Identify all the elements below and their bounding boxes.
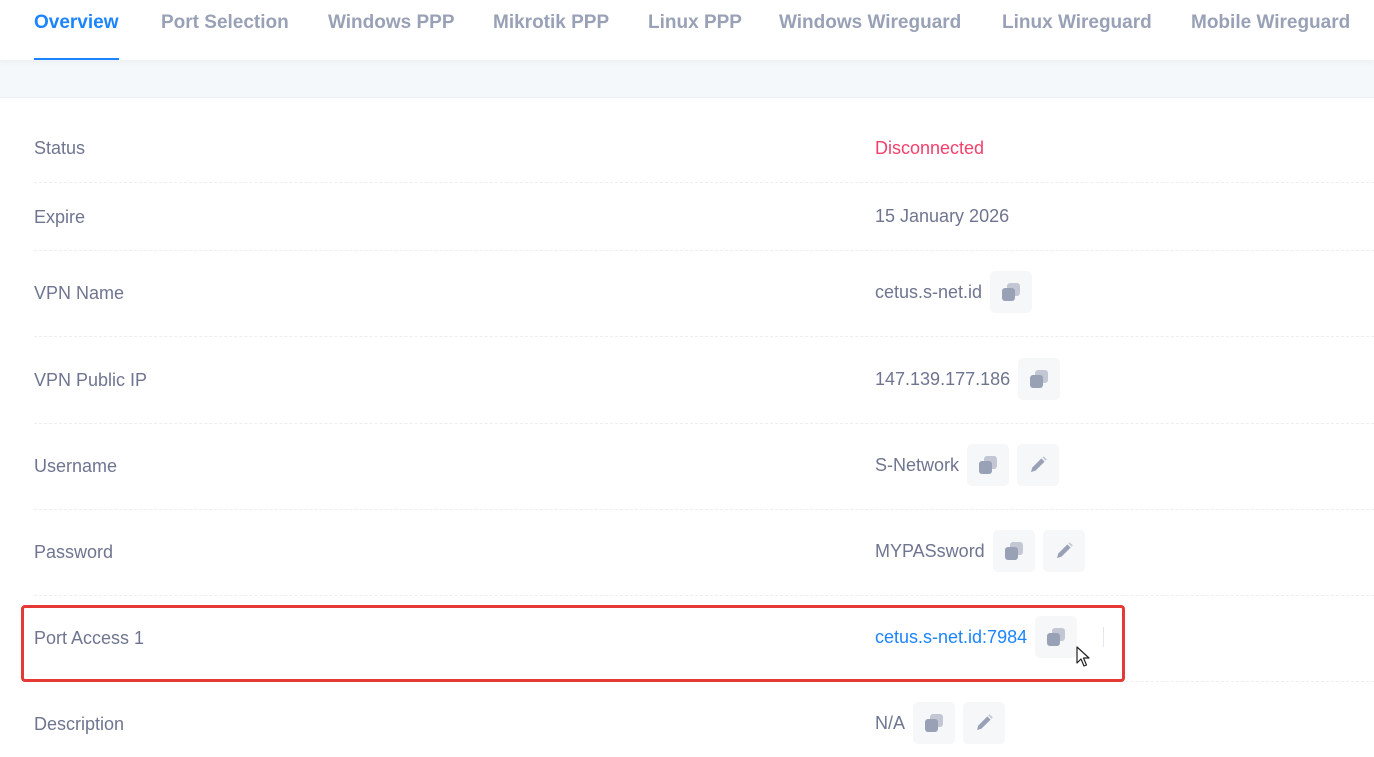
vpn-name-value: cetus.s-net.id xyxy=(875,281,983,302)
copy-vpn-name-button[interactable] xyxy=(990,271,1033,313)
edit-password-button[interactable] xyxy=(1042,530,1085,572)
detail-row-description: Description N/A xyxy=(34,681,1374,757)
detail-row-port-access-1: Port Access 1 cetus.s-net.id:7984 xyxy=(34,595,1374,682)
tab-linux-ppp[interactable]: Linux PPP xyxy=(648,0,742,60)
pencil-icon xyxy=(1031,456,1047,472)
detail-row-username: Username S-Network xyxy=(34,423,1374,510)
copy-icon xyxy=(1030,370,1049,388)
detail-row-expire: Expire 15 January 2026 xyxy=(34,182,1374,251)
tab-mikrotik-ppp[interactable]: Mikrotik PPP xyxy=(493,0,609,60)
details-card: Status Disconnected Expire 15 January 20… xyxy=(0,97,1374,757)
status-value-group: Disconnected xyxy=(875,138,984,159)
vpn-name-value-group: cetus.s-net.id xyxy=(875,271,1033,313)
vpn-public-ip-value-group: 147.139.177.186 xyxy=(875,358,1061,400)
username-label: Username xyxy=(34,456,118,476)
description-value: N/A xyxy=(875,712,906,733)
copy-port-access-1-button[interactable] xyxy=(1035,616,1078,658)
copy-description-button[interactable] xyxy=(913,702,956,744)
pencil-icon xyxy=(1056,542,1073,558)
port-access-1-value-group: cetus.s-net.id:7984 xyxy=(875,616,1078,658)
edit-username-button[interactable] xyxy=(1017,444,1060,486)
copy-icon xyxy=(925,714,944,732)
tab-linux-wireguard[interactable]: Linux Wireguard xyxy=(1002,0,1152,60)
pencil-icon xyxy=(977,714,993,730)
copy-vpn-public-ip-button[interactable] xyxy=(1018,358,1061,400)
port-access-1-link[interactable]: cetus.s-net.id:7984 xyxy=(875,627,1027,648)
divider-mark xyxy=(1103,627,1104,647)
expire-label: Expire xyxy=(34,207,86,227)
detail-row-vpn-name: VPN Name cetus.s-net.id xyxy=(34,250,1374,337)
tab-overview[interactable]: Overview xyxy=(34,0,119,60)
username-value-group: S-Network xyxy=(875,444,1060,486)
vpn-public-ip-label: VPN Public IP xyxy=(34,370,148,390)
copy-icon xyxy=(1004,542,1023,560)
tab-windows-ppp[interactable]: Windows PPP xyxy=(328,0,455,60)
expire-value: 15 January 2026 xyxy=(875,206,1010,226)
copy-icon xyxy=(979,456,998,474)
edit-description-button[interactable] xyxy=(963,702,1006,744)
detail-row-vpn-public-ip: VPN Public IP 147.139.177.186 xyxy=(34,336,1374,424)
vpn-name-label: VPN Name xyxy=(34,283,125,303)
tabs-bar: Overview Port Selection Windows PPP Mikr… xyxy=(0,0,1374,60)
status-badge: Disconnected xyxy=(875,138,985,158)
copy-username-button[interactable] xyxy=(967,444,1010,486)
password-label: Password xyxy=(34,542,114,562)
tab-mobile-wireguard[interactable]: Mobile Wireguard xyxy=(1191,0,1350,60)
password-value-group: MYPASsword xyxy=(875,530,1085,572)
username-value: S-Network xyxy=(875,454,960,475)
copy-icon xyxy=(1002,283,1021,301)
password-value: MYPASsword xyxy=(875,540,985,561)
description-value-group: N/A xyxy=(875,702,1006,744)
port-access-1-label: Port Access 1 xyxy=(34,628,145,648)
expire-value-group: 15 January 2026 xyxy=(875,206,1009,227)
vpn-public-ip-value: 147.139.177.186 xyxy=(875,368,1011,389)
copy-icon xyxy=(1047,628,1066,646)
detail-row-status: Status Disconnected xyxy=(34,114,1374,183)
description-label: Description xyxy=(34,714,125,734)
tab-windows-wireguard[interactable]: Windows Wireguard xyxy=(779,0,961,60)
copy-password-button[interactable] xyxy=(992,530,1035,572)
detail-row-password: Password MYPASsword xyxy=(34,509,1374,596)
tab-port-selection[interactable]: Port Selection xyxy=(161,0,289,60)
status-label: Status xyxy=(34,138,86,158)
